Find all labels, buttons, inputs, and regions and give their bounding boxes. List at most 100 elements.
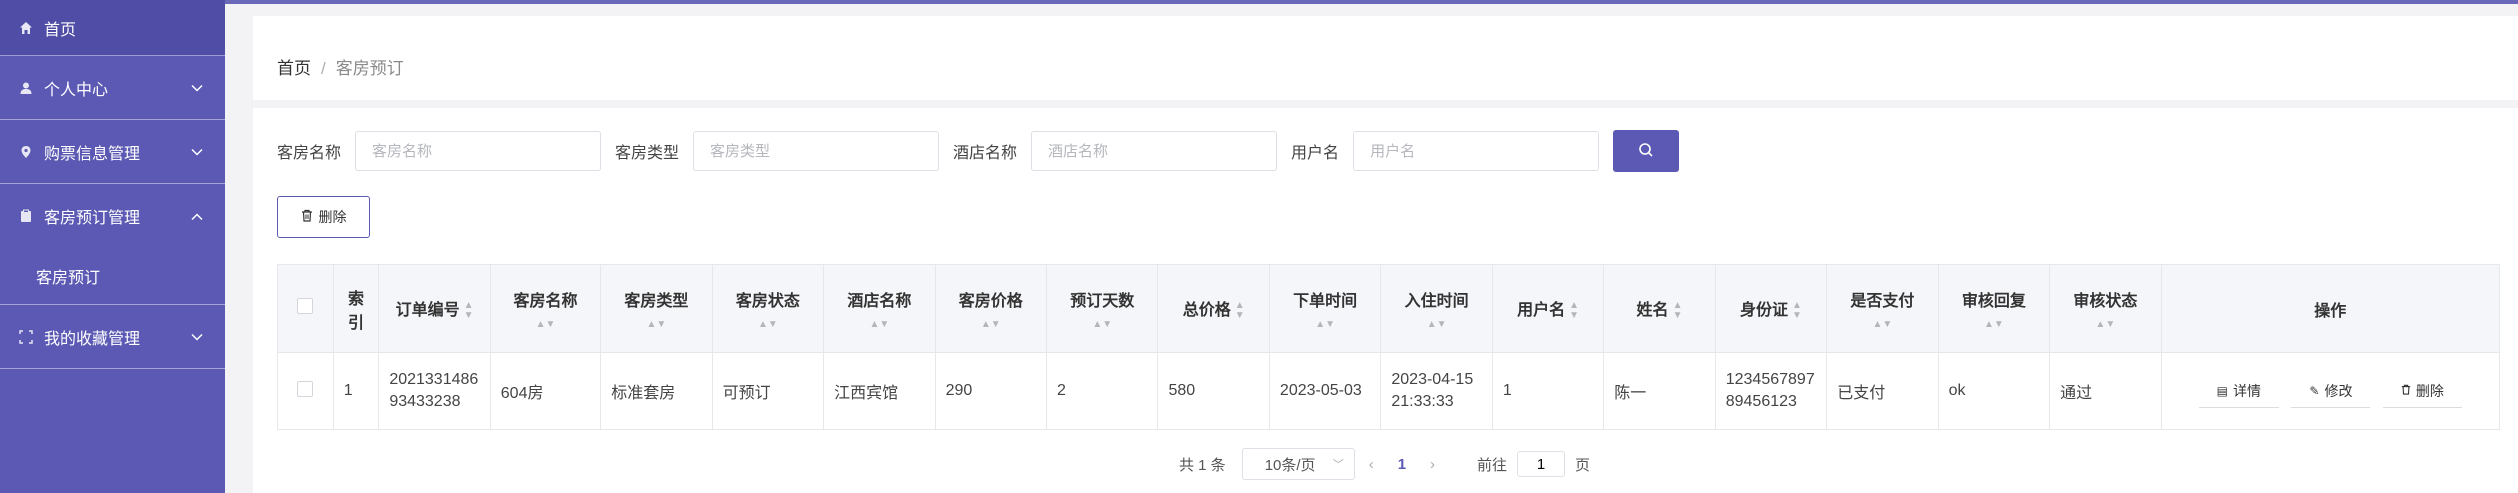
- column-header[interactable]: 身份证 ▲ ▼: [1714, 264, 1828, 353]
- pagination: 共 1 条 10条/页 ﹀ ‹ 1 › 前往 页: [1179, 448, 1590, 480]
- cell-username: 1: [1491, 352, 1605, 430]
- filter-label-room-type: 客房类型: [615, 145, 680, 162]
- row-checkbox[interactable]: [297, 380, 314, 397]
- clipboard-icon: [18, 208, 34, 224]
- cell-id-card: 123456789789456123: [1714, 352, 1828, 430]
- column-header[interactable]: 是否支付 ▲▼: [1826, 264, 1939, 353]
- sidebar: 首页 个人中心 购票信息管理 客房预订管理 客房预订 我的收藏管理: [0, 0, 225, 493]
- sort-icon[interactable]: ▲▼: [1792, 300, 1802, 321]
- page-size-select[interactable]: 10条/页 ﹀: [1241, 448, 1355, 480]
- sidebar-subitem-room-booking[interactable]: 客房预订: [0, 248, 225, 305]
- breadcrumb-home[interactable]: 首页: [277, 59, 311, 78]
- column-header[interactable]: 客房名称 ▲▼: [489, 264, 602, 353]
- cell-order-time: 2023-05-03: [1268, 352, 1382, 430]
- room-type-input[interactable]: [693, 131, 940, 171]
- column-header[interactable]: 客房价格 ▲▼: [934, 264, 1048, 353]
- column-header[interactable]: 总价格 ▲ ▼: [1157, 264, 1270, 353]
- chevron-down-icon: [191, 329, 203, 344]
- column-header[interactable]: 姓名 ▲ ▼: [1603, 264, 1716, 353]
- edit-button[interactable]: ✎ 修改: [2291, 374, 2371, 408]
- pencil-icon: ✎: [2309, 383, 2320, 398]
- sort-icon[interactable]: ▲▼: [834, 319, 924, 330]
- location-icon: [18, 144, 34, 160]
- cell-days: 2: [1046, 352, 1159, 430]
- sort-icon[interactable]: ▲▼: [1235, 300, 1245, 321]
- select-all-checkbox[interactable]: [297, 298, 314, 314]
- select-all-cell[interactable]: [277, 264, 334, 353]
- sidebar-item-home[interactable]: 首页: [0, 0, 225, 56]
- sidebar-subitem-label: 客房预订: [36, 270, 101, 287]
- search-button[interactable]: [1613, 130, 1680, 172]
- row-select-cell[interactable]: [277, 352, 334, 430]
- chevron-down-icon: ﹀: [1332, 459, 1344, 471]
- sidebar-item-label: 客房预订管理: [44, 210, 141, 227]
- cell-room-name: 604房: [489, 352, 602, 430]
- delete-label: 删除: [2415, 382, 2444, 399]
- cell-price: 290: [934, 352, 1048, 430]
- column-header[interactable]: 审核回复 ▲▼: [1937, 264, 2051, 353]
- cell-hotel: 江西宾馆: [823, 352, 936, 430]
- current-page[interactable]: 1: [1398, 456, 1406, 473]
- document-icon: ▤: [2216, 383, 2228, 398]
- hotel-name-input[interactable]: [1031, 131, 1278, 171]
- sidebar-item-ticket-management[interactable]: 购票信息管理: [0, 120, 225, 184]
- sort-icon[interactable]: ▲▼: [611, 319, 701, 330]
- sort-icon[interactable]: ▲▼: [501, 319, 590, 330]
- column-header[interactable]: 订单编号 ▲ ▼: [378, 264, 491, 353]
- search-icon: [1638, 142, 1654, 161]
- column-header: 操作: [2160, 264, 2501, 353]
- sort-icon[interactable]: ▲▼: [1280, 319, 1370, 330]
- sort-icon[interactable]: ▲▼: [1391, 319, 1481, 330]
- sidebar-item-room-booking-management[interactable]: 客房预订管理: [0, 184, 225, 248]
- batch-delete-button[interactable]: 删除: [277, 196, 370, 238]
- column-header[interactable]: 客房类型 ▲▼: [600, 264, 713, 353]
- detail-label: 详情: [2232, 382, 2261, 399]
- goto-suffix: 页: [1575, 456, 1591, 474]
- cell-actions: ▤ 详情 ✎ 修改 删除: [2160, 352, 2501, 430]
- sidebar-item-personal-center[interactable]: 个人中心: [0, 56, 225, 120]
- column-header[interactable]: 用户名 ▲ ▼: [1491, 264, 1605, 353]
- next-page-button[interactable]: ›: [1430, 456, 1435, 473]
- sidebar-item-label: 首页: [44, 21, 77, 39]
- detail-button[interactable]: ▤ 详情: [2198, 374, 2279, 408]
- sort-icon[interactable]: ▲▼: [1569, 300, 1579, 321]
- sort-icon[interactable]: ▲▼: [464, 300, 474, 321]
- column-header[interactable]: 酒店名称 ▲▼: [823, 264, 936, 353]
- breadcrumb: 首页 / 客房预订: [277, 54, 404, 79]
- column-header: 索引: [332, 264, 380, 353]
- sort-icon[interactable]: ▲▼: [2060, 319, 2150, 330]
- username-input[interactable]: [1353, 131, 1600, 171]
- cell-paid: 已支付: [1826, 352, 1939, 430]
- sort-icon[interactable]: ▲▼: [1837, 319, 1927, 330]
- column-header[interactable]: 审核状态 ▲▼: [2049, 264, 2162, 353]
- chevron-down-icon: [191, 144, 203, 159]
- filter-label-room-name: 客房名称: [277, 145, 342, 162]
- goto-page-input[interactable]: [1517, 451, 1566, 477]
- delete-button[interactable]: 删除: [2382, 374, 2462, 408]
- sort-icon[interactable]: ▲▼: [1057, 319, 1147, 330]
- column-header[interactable]: 下单时间 ▲▼: [1268, 264, 1382, 353]
- prev-page-button[interactable]: ‹: [1369, 456, 1374, 473]
- batch-delete-label: 删除: [318, 209, 347, 225]
- home-icon: [18, 20, 34, 36]
- sidebar-item-favorites-management[interactable]: 我的收藏管理: [0, 305, 225, 369]
- page-size-value: 10条/页: [1264, 456, 1316, 474]
- trash-icon: [301, 209, 313, 225]
- chevron-down-icon: [191, 80, 203, 95]
- cell-room-status: 可预订: [711, 352, 825, 430]
- cell-checkin-time: 2023-04-15 21:33:33: [1380, 352, 1493, 430]
- content-card: 客房名称 客房类型 酒店名称 用户名 删除: [253, 108, 2518, 493]
- column-header[interactable]: 预订天数 ▲▼: [1046, 264, 1159, 353]
- sidebar-item-label: 个人中心: [44, 81, 109, 99]
- column-header[interactable]: 入住时间 ▲▼: [1380, 264, 1493, 353]
- trash-icon: [2401, 384, 2411, 398]
- sort-icon[interactable]: ▲▼: [1673, 300, 1683, 321]
- sort-icon[interactable]: ▲▼: [1949, 319, 2039, 330]
- sidebar-item-label: 我的收藏管理: [44, 330, 141, 348]
- cell-audit: 通过: [2049, 352, 2162, 430]
- sort-icon[interactable]: ▲▼: [946, 319, 1036, 330]
- sort-icon[interactable]: ▲▼: [723, 319, 813, 330]
- cell-order-no: 202133148693433238: [378, 352, 491, 430]
- room-name-input[interactable]: [355, 131, 602, 171]
- column-header[interactable]: 客房状态 ▲▼: [711, 264, 825, 353]
